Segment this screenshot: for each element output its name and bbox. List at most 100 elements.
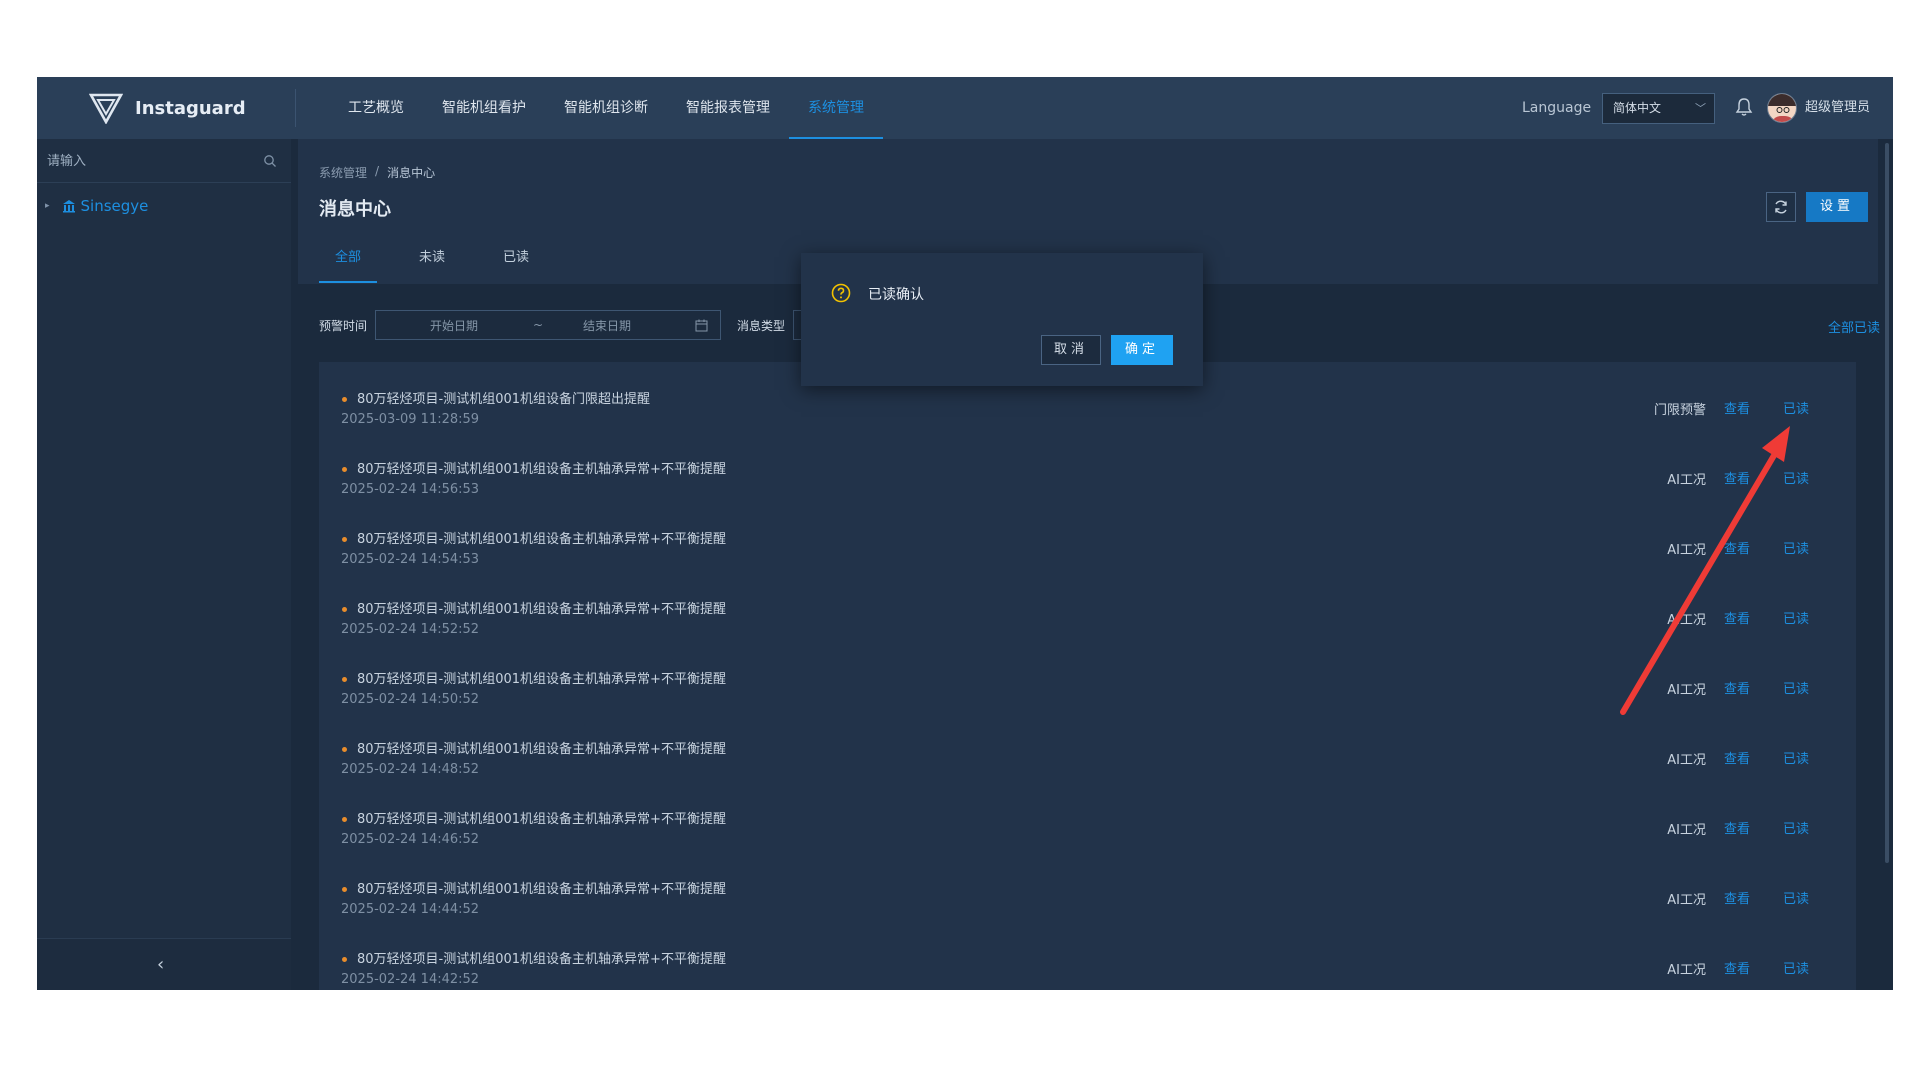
message-type-label: 消息类型 [737,318,786,333]
message-title-text: 80万轻烃项目-测试机组001机组设备主机轴承异常+不平衡提醒 [357,462,726,477]
message-title[interactable]: 80万轻烃项目-测试机组001机组设备主机轴承异常+不平衡提醒 [342,668,726,687]
nav-item-system-management[interactable]: 系统管理 [789,77,883,139]
breadcrumb-item-system[interactable]: 系统管理 [319,164,367,181]
logo[interactable]: Instaguard [89,89,246,127]
mark-read-link[interactable]: 已读 [1783,958,1809,977]
confirm-button[interactable]: 确定 [1111,335,1173,365]
message-type: AI工况 [1667,683,1706,698]
nav-item-unit-care[interactable]: 智能机组看护 [423,77,545,139]
search-icon[interactable] [263,154,277,168]
bullet-dot [342,817,347,822]
logo-mark-icon [89,93,123,124]
cancel-button[interactable]: 取消 [1041,335,1101,365]
mark-read-link[interactable]: 已读 [1783,468,1809,487]
list-item: 80万轻烃项目-测试机组001机组设备主机轴承异常+不平衡提醒 2025-02-… [319,502,1856,572]
message-time: 2025-02-24 14:46:52 [341,832,480,847]
message-type: AI工况 [1667,753,1706,768]
sidebar-search [37,139,291,183]
message-time: 2025-02-24 14:48:52 [341,762,480,777]
view-link[interactable]: 查看 [1724,818,1750,837]
tree-item-sinsegye[interactable]: ▸ Sinsegye [45,194,148,218]
message-type: AI工况 [1667,893,1706,908]
message-title[interactable]: 80万轻烃项目-测试机组001机组设备主机轴承异常+不平衡提醒 [342,948,726,967]
refresh-icon [1775,200,1787,214]
message-title[interactable]: 80万轻烃项目-测试机组001机组设备主机轴承异常+不平衡提醒 [342,598,726,617]
nav-item-process-overview[interactable]: 工艺概览 [329,77,423,139]
message-title[interactable]: 80万轻烃项目-测试机组001机组设备主机轴承异常+不平衡提醒 [342,878,726,897]
message-title-text: 80万轻烃项目-测试机组001机组设备主机轴承异常+不平衡提醒 [357,532,726,547]
sidebar-search-input[interactable] [47,149,247,173]
message-type: AI工况 [1667,473,1706,488]
mark-read-link[interactable]: 已读 [1783,748,1809,767]
mark-read-link[interactable]: 已读 [1783,888,1809,907]
mark-read-link[interactable]: 已读 [1783,538,1809,557]
message-title[interactable]: 80万轻烃项目-测试机组001机组设备主机轴承异常+不平衡提醒 [342,528,726,547]
mark-all-read-link[interactable]: 全部已读 [1828,317,1880,336]
avatar[interactable] [1767,93,1797,123]
message-title[interactable]: 80万轻烃项目-测试机组001机组设备主机轴承异常+不平衡提醒 [342,808,726,827]
vertical-scrollbar[interactable] [1885,143,1889,863]
sidebar-footer: ‹ [37,938,291,990]
message-time: 2025-02-24 14:42:52 [341,972,480,987]
message-type: AI工况 [1667,613,1706,628]
message-time: 2025-03-09 11:28:59 [341,412,480,427]
message-title-text: 80万轻烃项目-测试机组001机组设备主机轴承异常+不平衡提醒 [357,812,726,827]
view-link[interactable]: 查看 [1724,678,1750,697]
message-title[interactable]: 80万轻烃项目-测试机组001机组设备门限超出提醒 [342,388,650,407]
list-item: 80万轻烃项目-测试机组001机组设备主机轴承异常+不平衡提醒 2025-02-… [319,572,1856,642]
mark-read-link[interactable]: 已读 [1783,398,1809,417]
bullet-dot [342,677,347,682]
caret-right-icon[interactable]: ▸ [45,201,50,211]
bullet-dot [342,747,347,752]
tab-read[interactable]: 已读 [487,243,545,283]
tab-unread[interactable]: 未读 [403,243,461,283]
nav-item-unit-diagnosis[interactable]: 智能机组诊断 [545,77,667,139]
language-value: 简体中文 [1613,101,1662,115]
message-type: AI工况 [1667,963,1706,978]
mark-read-link[interactable]: 已读 [1783,678,1809,697]
view-link[interactable]: 查看 [1724,468,1750,487]
message-title-text: 80万轻烃项目-测试机组001机组设备主机轴承异常+不平衡提醒 [357,742,726,757]
warning-time-label: 预警时间 [319,318,368,333]
date-range-picker[interactable]: 开始日期 ~ 结束日期 [375,310,722,340]
view-link[interactable]: 查看 [1724,958,1750,977]
bullet-dot [342,957,347,962]
breadcrumb: 系统管理 / 消息中心 [319,164,435,181]
view-link[interactable]: 查看 [1724,748,1750,767]
chevron-left-icon[interactable]: ‹ [157,954,164,975]
app-window: Instaguard 工艺概览 智能机组看护 智能机组诊断 智能报表管理 系统管… [37,77,1893,990]
sidebar: ▸ Sinsegye ‹ [37,139,291,990]
message-title-text: 80万轻烃项目-测试机组001机组设备主机轴承异常+不平衡提醒 [357,672,726,687]
tab-all[interactable]: 全部 [319,243,378,283]
message-type: AI工况 [1667,823,1706,838]
view-link[interactable]: 查看 [1724,538,1750,557]
dialog-title: 已读确认 [868,287,924,303]
list-item: 80万轻烃项目-测试机组001机组设备主机轴承异常+不平衡提醒 2025-02-… [319,642,1856,712]
view-link[interactable]: 查看 [1724,608,1750,627]
avatar-body [1771,116,1795,122]
header-divider [295,89,296,127]
calendar-icon [695,319,708,332]
mark-read-link[interactable]: 已读 [1783,818,1809,837]
message-title[interactable]: 80万轻烃项目-测试机组001机组设备主机轴承异常+不平衡提醒 [342,458,726,477]
view-link[interactable]: 查看 [1724,888,1750,907]
message-time: 2025-02-24 14:52:52 [341,622,480,637]
language-select[interactable]: 简体中文 ﹀ [1602,93,1715,124]
bullet-dot [342,607,347,612]
view-link[interactable]: 查看 [1724,398,1750,417]
settings-button[interactable]: 设置 [1806,192,1868,222]
list-item: 80万轻烃项目-测试机组001机组设备主机轴承异常+不平衡提醒 2025-02-… [319,852,1856,922]
mark-read-link[interactable]: 已读 [1783,608,1809,627]
bullet-dot [342,887,347,892]
nav-item-report-management[interactable]: 智能报表管理 [667,77,789,139]
user-name[interactable]: 超级管理员 [1805,77,1870,139]
refresh-button[interactable] [1766,192,1796,222]
bell-icon[interactable] [1735,97,1753,117]
avatar-hair [1768,94,1796,106]
app-name: Instaguard [135,97,246,119]
message-title-text: 80万轻烃项目-测试机组001机组设备主机轴承异常+不平衡提醒 [357,952,726,967]
message-type: AI工况 [1667,543,1706,558]
list-item: 80万轻烃项目-测试机组001机组设备主机轴承异常+不平衡提醒 2025-02-… [319,432,1856,502]
message-title[interactable]: 80万轻烃项目-测试机组001机组设备主机轴承异常+不平衡提醒 [342,738,726,757]
read-confirm-dialog: 已读确认 取消 确定 [801,253,1203,386]
